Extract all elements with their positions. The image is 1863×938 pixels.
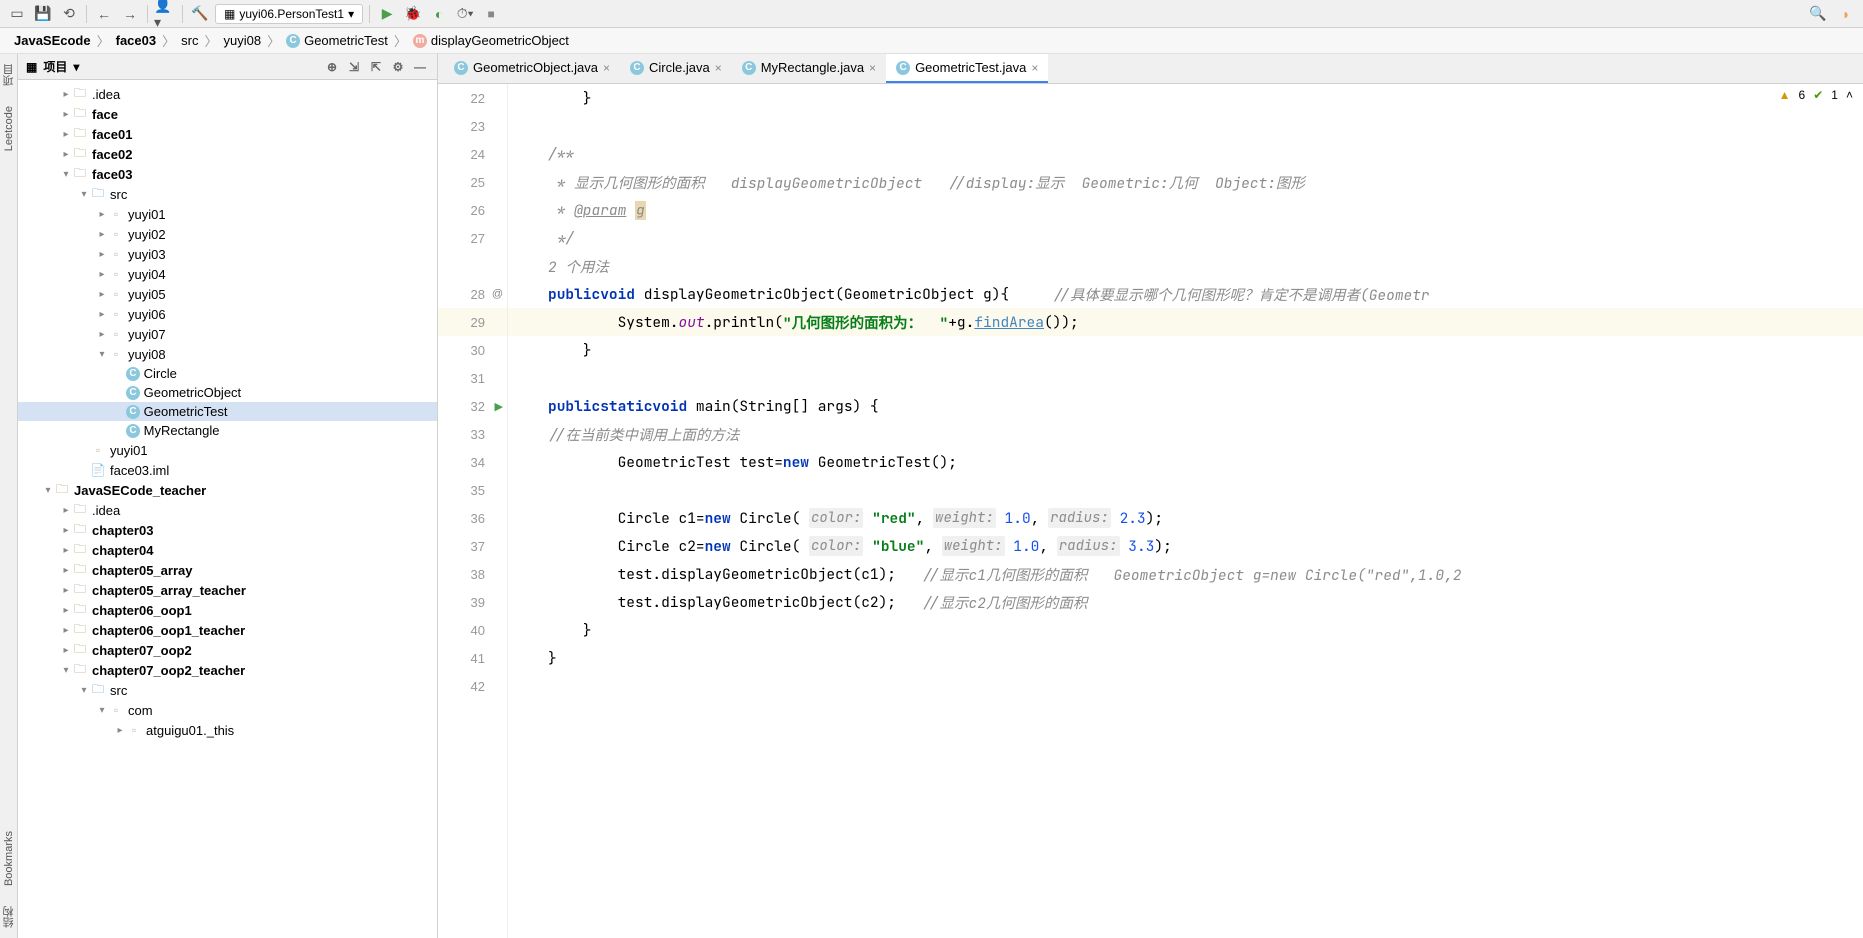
stop-icon[interactable]: ■ xyxy=(480,3,502,25)
project-panel: ▦ 项目 ▾ ⊕ ⇲ ⇱ ⚙ — ▸🗀.idea▸🗀face▸🗀face01▸🗀… xyxy=(18,54,438,938)
tree-item[interactable]: ▾🗀chapter07_oop2_teacher xyxy=(18,660,437,680)
crumb-3[interactable]: yuyi08 xyxy=(217,33,267,48)
panel-title: 项目 xyxy=(43,58,67,75)
tree-item[interactable]: ▸▫atguigu01._this xyxy=(18,720,437,740)
tree-item[interactable]: ▸▫yuyi02 xyxy=(18,224,437,244)
close-icon[interactable]: × xyxy=(1031,61,1038,75)
tree-item[interactable]: ▸▫yuyi05 xyxy=(18,284,437,304)
tree-item[interactable]: ▸🗀face xyxy=(18,104,437,124)
tree-item[interactable]: ▾🗀face03 xyxy=(18,164,437,184)
crumb-1[interactable]: face03 xyxy=(110,33,162,48)
breadcrumb: JavaSEcode〉 face03〉 src〉 yuyi08〉 CGeomet… xyxy=(0,28,1863,54)
tree-item[interactable]: C Circle xyxy=(18,364,437,383)
tree-item[interactable]: ▸🗀chapter04 xyxy=(18,540,437,560)
left-tool-sidebar: 项目 Leetcode Bookmarks 结构 xyxy=(0,54,18,938)
user-icon[interactable]: 👤▾ xyxy=(154,3,176,25)
tree-item[interactable]: ▾▫com xyxy=(18,700,437,720)
crumb-0[interactable]: JavaSEcode xyxy=(8,33,97,48)
coverage-icon[interactable]: ◐ xyxy=(428,3,450,25)
crumb-5[interactable]: mdisplayGeometricObject xyxy=(407,33,575,48)
back-icon[interactable]: ← xyxy=(93,3,115,25)
code-editor[interactable]: } /** * 显示几何图形的面积 displayGeometricObject… xyxy=(508,84,1863,938)
tree-item[interactable]: ▾🗀src xyxy=(18,680,437,700)
open-icon[interactable]: ▭ xyxy=(6,3,28,25)
tree-item[interactable]: ▾▫yuyi08 xyxy=(18,344,437,364)
search-icon[interactable]: 🔍 xyxy=(1807,3,1829,25)
profile-icon[interactable]: ⏱▾ xyxy=(454,3,476,25)
class-icon: C xyxy=(896,61,910,75)
run-config-dropdown[interactable]: ▦ yuyi06.PersonTest1 ▾ xyxy=(215,4,363,24)
tree-item[interactable]: ▸🗀face02 xyxy=(18,144,437,164)
warning-icon: ▲ xyxy=(1779,88,1791,102)
tree-item[interactable]: ▸🗀chapter05_array_teacher xyxy=(18,580,437,600)
sidebar-tab-bookmarks[interactable]: Bookmarks xyxy=(2,827,16,890)
chevron-up-icon[interactable]: ˄ xyxy=(1846,88,1853,102)
check-icon: ✔ xyxy=(1813,88,1823,102)
forward-icon[interactable]: → xyxy=(119,3,141,25)
tree-item[interactable]: ▸▫yuyi07 xyxy=(18,324,437,344)
editor-tabs: CGeometricObject.java×CCircle.java×CMyRe… xyxy=(438,54,1863,84)
tree-item[interactable]: ▸🗀chapter06_oop1_teacher xyxy=(18,620,437,640)
tree-item[interactable]: C MyRectangle xyxy=(18,421,437,440)
chevron-down-icon: ▾ xyxy=(348,7,354,21)
save-icon[interactable]: 💾 xyxy=(32,3,54,25)
class-icon: C xyxy=(286,34,300,48)
minimize-icon[interactable]: — xyxy=(411,58,429,76)
hammer-icon[interactable]: 🔨 xyxy=(189,3,211,25)
crumb-4[interactable]: CGeometricTest xyxy=(280,33,394,48)
tree-item[interactable]: ▸▫yuyi06 xyxy=(18,304,437,324)
tree-item[interactable]: C GeometricObject xyxy=(18,383,437,402)
tree-item[interactable]: 📄face03.iml xyxy=(18,460,437,480)
project-icon: ▦ xyxy=(26,60,37,74)
tree-item[interactable]: ▾🗀src xyxy=(18,184,437,204)
editor-tab[interactable]: CMyRectangle.java× xyxy=(732,54,886,83)
run-config-label: yuyi06.PersonTest1 xyxy=(239,7,344,21)
check-count: 1 xyxy=(1831,88,1838,102)
tree-item[interactable]: ▸▫yuyi03 xyxy=(18,244,437,264)
project-tree[interactable]: ▸🗀.idea▸🗀face▸🗀face01▸🗀face02▾🗀face03▾🗀s… xyxy=(18,80,437,938)
tree-item[interactable]: ▸🗀chapter03 xyxy=(18,520,437,540)
tree-item[interactable]: C GeometricTest xyxy=(18,402,437,421)
tree-item[interactable]: ▸🗀face01 xyxy=(18,124,437,144)
class-icon: C xyxy=(742,61,756,75)
method-icon: m xyxy=(413,34,427,48)
tree-item[interactable]: ▸🗀.idea xyxy=(18,500,437,520)
tree-item[interactable]: ▸🗀chapter07_oop2 xyxy=(18,640,437,660)
target-icon[interactable]: ⊕ xyxy=(323,58,341,76)
editor-tab[interactable]: CGeometricObject.java× xyxy=(444,54,620,83)
class-icon: C xyxy=(454,61,468,75)
close-icon[interactable]: × xyxy=(715,61,722,75)
tree-item[interactable]: ▸🗀chapter06_oop1 xyxy=(18,600,437,620)
crumb-2[interactable]: src xyxy=(175,33,204,48)
tree-item[interactable]: ▫yuyi01 xyxy=(18,440,437,460)
sidebar-tab-leetcode[interactable]: Leetcode xyxy=(2,102,16,155)
editor-tab[interactable]: CCircle.java× xyxy=(620,54,732,83)
close-icon[interactable]: × xyxy=(869,61,876,75)
runconfig-icon: ▦ xyxy=(224,7,235,21)
sidebar-tab-project[interactable]: 项目 xyxy=(0,60,18,90)
expand-icon[interactable]: ⇲ xyxy=(345,58,363,76)
tree-item[interactable]: ▸▫yuyi01 xyxy=(18,204,437,224)
sync-icon[interactable]: ⟲ xyxy=(58,3,80,25)
debug-icon[interactable]: 🐞 xyxy=(402,3,424,25)
main-toolbar: ▭ 💾 ⟲ ← → 👤▾ 🔨 ▦ yuyi06.PersonTest1 ▾ ▶ … xyxy=(0,0,1863,28)
collapse-icon[interactable]: ⇱ xyxy=(367,58,385,76)
tree-item[interactable]: ▸🗀.idea xyxy=(18,84,437,104)
editor-area: CGeometricObject.java×CCircle.java×CMyRe… xyxy=(438,54,1863,938)
settings-icon[interactable]: ⚙ xyxy=(389,58,407,76)
warn-count: 6 xyxy=(1799,88,1806,102)
inspection-bar[interactable]: ▲ 6 ✔ 1 ˄ xyxy=(1779,88,1853,102)
tree-item[interactable]: ▸🗀chapter05_array xyxy=(18,560,437,580)
gutter[interactable]: 22232425262728@29303132▶3334353637383940… xyxy=(438,84,508,938)
panel-header: ▦ 项目 ▾ ⊕ ⇲ ⇱ ⚙ — xyxy=(18,54,437,80)
chevron-down-icon[interactable]: ▾ xyxy=(73,60,79,74)
run-icon[interactable]: ▶ xyxy=(376,3,398,25)
editor-tab[interactable]: CGeometricTest.java× xyxy=(886,54,1048,83)
class-icon: C xyxy=(630,61,644,75)
sidebar-tab-structure[interactable]: 结构 xyxy=(0,902,18,932)
close-icon[interactable]: × xyxy=(603,61,610,75)
user2-icon[interactable]: ◗ xyxy=(1835,3,1857,25)
tree-item[interactable]: ▸▫yuyi04 xyxy=(18,264,437,284)
tree-item[interactable]: ▾🗀JavaSECode_teacher xyxy=(18,480,437,500)
